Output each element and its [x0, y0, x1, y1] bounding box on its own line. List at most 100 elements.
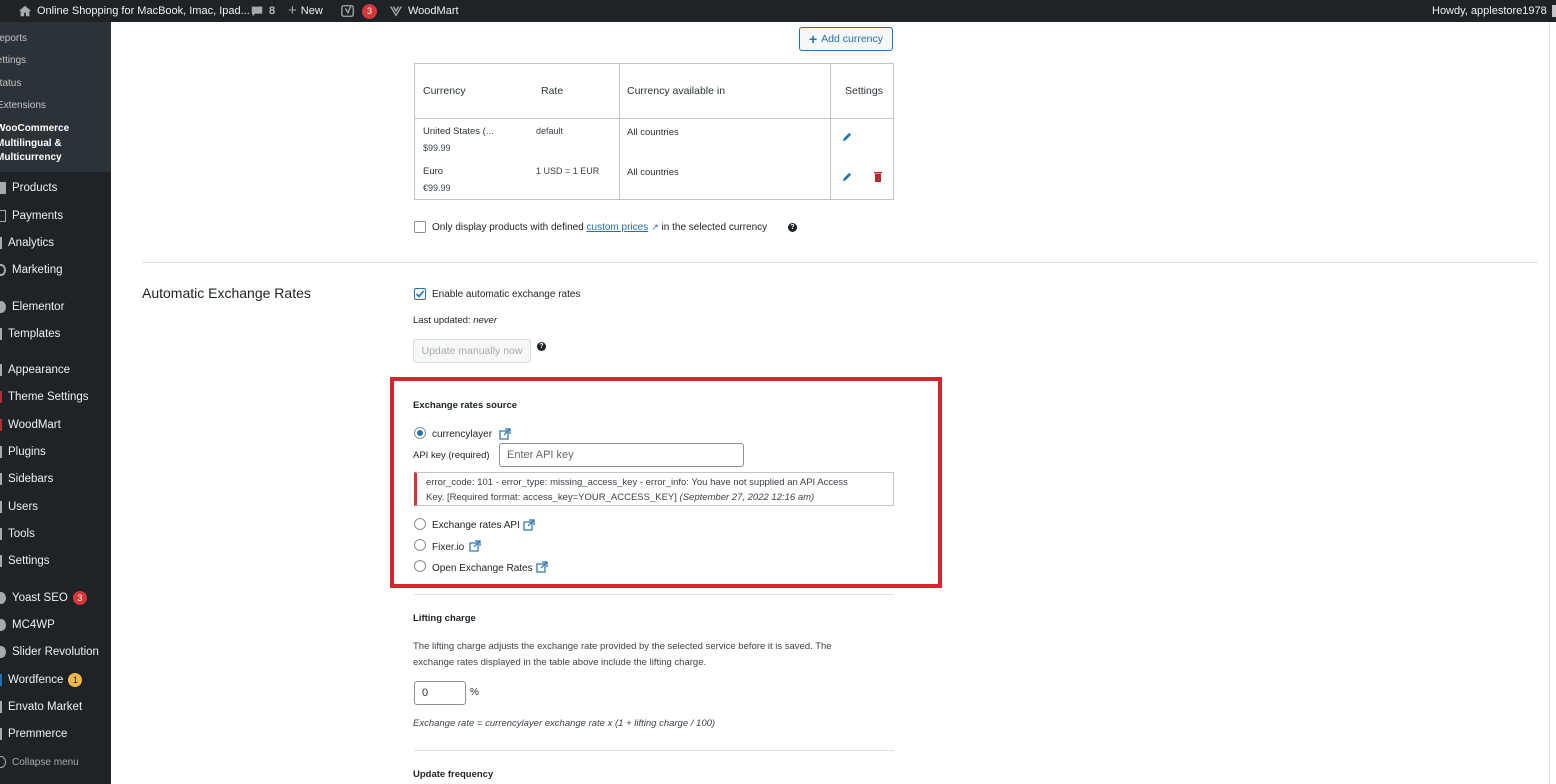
appearance-icon [0, 364, 2, 376]
external-link-icon[interactable] [469, 540, 481, 553]
only-display-after: in the selected currency [661, 222, 768, 233]
sidebar-item-label: Premmerce [8, 728, 68, 740]
submenu-extensions[interactable]: Extensions [0, 100, 46, 111]
section-divider [142, 262, 1538, 263]
update-manually-button[interactable]: Update manually now [413, 339, 531, 363]
sidebar-item-label: Analytics [8, 237, 55, 249]
sidebar-item-marketing[interactable]: Marketing [0, 260, 111, 280]
error-line-2-text: Key. [Required format: access_key=YOUR_A… [426, 492, 677, 503]
sidebar-item-slider-revolution[interactable]: Slider Revolution [0, 642, 111, 662]
sidebar-item-plugins[interactable]: Plugins [0, 442, 111, 462]
lifting-desc-1: The lifting charge adjusts the exchange … [413, 641, 832, 652]
currency-table: Currency Rate Currency available in Sett… [414, 63, 894, 200]
currency-name: Euro [423, 166, 444, 177]
yoast-link[interactable]: 3 [341, 0, 377, 22]
elementor-icon [0, 301, 6, 313]
lifting-charge-input[interactable] [414, 681, 466, 705]
last-updated-value: never [473, 315, 497, 326]
external-link-icon[interactable] [499, 428, 511, 441]
sidebar-item-templates[interactable]: Templates [0, 324, 111, 344]
sidebar-item-woodmart[interactable]: WoodMart [0, 415, 111, 435]
woodmart-link[interactable]: WoodMart [389, 0, 459, 22]
scrollbar-track[interactable] [1549, 22, 1550, 784]
sidebar-item-label: MC4WP [12, 619, 55, 631]
new-content-link[interactable]: + New [288, 0, 323, 22]
only-display-checkbox[interactable] [414, 221, 426, 233]
theme-settings-icon [0, 391, 2, 403]
my-account-link[interactable]: Howdy, applestore1978 [1432, 0, 1556, 22]
sidebar-item-mc4wp[interactable]: MC4WP [0, 615, 111, 635]
admin-sidebar: Reports Settings Status Extensions WooCo… [0, 22, 111, 784]
plugins-icon [0, 446, 2, 458]
currency-price: €99.99 [423, 183, 451, 193]
external-link-icon[interactable] [523, 519, 535, 532]
header-currency: Currency [423, 85, 466, 97]
open-exchange-rates-radio[interactable] [414, 560, 426, 572]
wordfence-badge: 1 [68, 673, 83, 687]
section-divider [414, 750, 894, 751]
last-updated-label: Last updated: [413, 315, 471, 326]
comments-link[interactable]: 8 [250, 0, 275, 22]
fixer-io-radio[interactable] [414, 539, 426, 551]
yoast-badge: 3 [72, 591, 87, 605]
currency-price: $99.99 [423, 143, 451, 153]
products-icon [0, 182, 6, 194]
sidebar-item-label: Slider Revolution [12, 646, 99, 658]
enable-auto-rates-checkbox[interactable] [414, 288, 426, 300]
add-currency-button[interactable]: + Add currency [799, 27, 893, 51]
yoast-icon [0, 592, 6, 604]
sidebar-item-label: Yoast SEO [12, 592, 68, 604]
envato-icon [0, 701, 2, 713]
sidebar-item-theme-settings[interactable]: Theme Settings [0, 387, 111, 407]
users-icon [0, 501, 2, 513]
edit-icon[interactable] [841, 132, 852, 143]
sidebar-item-sidebars[interactable]: Sidebars [0, 469, 111, 489]
edit-icon[interactable] [841, 172, 852, 183]
only-display-before: Only display products with defined [432, 222, 584, 233]
api-key-input[interactable] [499, 443, 744, 467]
sidebar-item-label: Products [12, 182, 58, 194]
sidebar-item-tools[interactable]: Tools [0, 524, 111, 544]
sidebar-item-yoast-seo[interactable]: Yoast SEO 3 [0, 588, 111, 608]
sidebar-item-label: Appearance [8, 364, 71, 376]
sidebar-item-settings[interactable]: Settings [0, 551, 111, 571]
open-exchange-rates-label: Open Exchange Rates [432, 563, 533, 574]
sidebar-item-users[interactable]: Users [0, 497, 111, 517]
sidebar-item-envato-market[interactable]: Envato Market [0, 697, 111, 717]
trash-icon[interactable] [873, 171, 883, 183]
main-content: + Add currency Currency Rate Currency av… [111, 22, 1556, 784]
help-icon[interactable]: ? [537, 342, 546, 351]
collapse-menu-button[interactable]: Collapse menu [0, 752, 111, 772]
table-column-divider [830, 64, 831, 199]
sidebar-item-payments[interactable]: Payments [0, 206, 111, 226]
checkmark-icon [415, 290, 425, 298]
sidebar-item-appearance[interactable]: Appearance [0, 360, 111, 380]
sidebar-item-label: Settings [8, 555, 50, 567]
external-link-icon[interactable] [536, 561, 548, 574]
lifting-desc-2: exchange rates displayed in the table ab… [413, 657, 707, 668]
custom-prices-link[interactable]: custom prices [587, 222, 649, 233]
exchange-rates-api-radio[interactable] [414, 518, 426, 530]
sidebar-item-label: Theme Settings [8, 391, 89, 403]
only-display-text: Only display products with defined custo… [432, 222, 767, 233]
submenu-reports[interactable]: Reports [0, 33, 27, 44]
currencylayer-radio[interactable] [414, 427, 426, 439]
comment-icon [251, 6, 263, 17]
sidebar-item-premmerce[interactable]: Premmerce [0, 724, 111, 744]
comments-count: 8 [269, 5, 276, 17]
percent-unit: % [470, 687, 479, 698]
submenu-settings[interactable]: Settings [0, 55, 26, 66]
site-name-link[interactable]: Online Shopping for MacBook, Imac, Ipad.… [18, 0, 250, 22]
sidebar-item-products[interactable]: Products [0, 178, 111, 198]
howdy-text: Howdy, applestore1978 [1432, 5, 1547, 17]
help-icon[interactable]: ? [788, 223, 797, 232]
sidebar-item-elementor[interactable]: Elementor [0, 297, 111, 317]
api-key-label: API key (required) [413, 450, 490, 461]
submenu-status[interactable]: Status [0, 78, 21, 89]
sidebar-item-wordfence[interactable]: Wordfence 1 [0, 670, 111, 690]
table-header-divider [415, 118, 893, 119]
update-frequency-title: Update frequency [413, 769, 494, 780]
submenu-multicurrency[interactable]: WooCommerce Multilingual & Multicurrency [0, 122, 106, 166]
sidebar-item-analytics[interactable]: Analytics [0, 233, 111, 253]
sidebar-item-label: Templates [8, 328, 61, 340]
